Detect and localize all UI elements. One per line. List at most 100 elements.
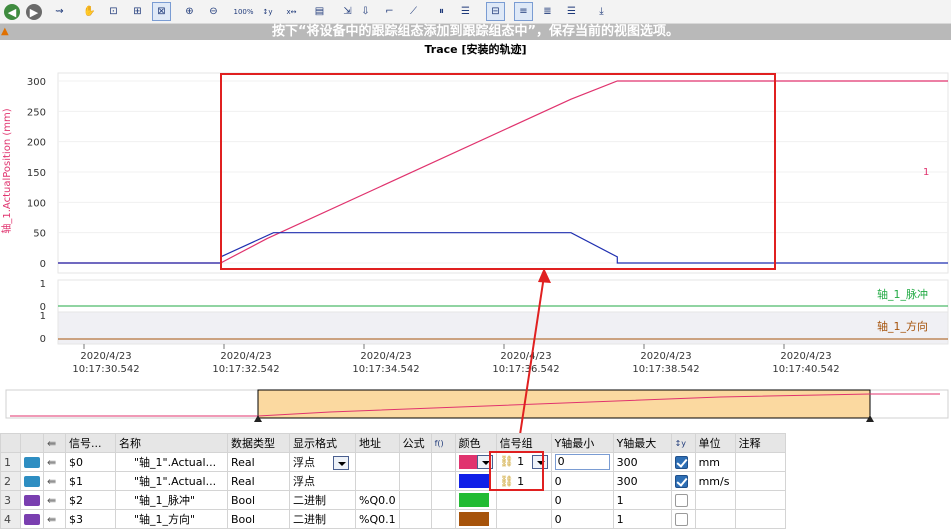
ymin-value: 0 [554, 474, 562, 488]
cell-datatype: Real [227, 452, 290, 472]
cell-comment[interactable] [734, 471, 786, 491]
cell-format[interactable]: 浮点 [289, 471, 356, 491]
cell-address[interactable]: %Q0.1 [355, 509, 400, 529]
dir-series-label: 轴_1_方向 [877, 319, 928, 333]
y-tick-label: 300 [27, 77, 46, 88]
cell-name[interactable]: "轴_1_方向" [115, 509, 228, 529]
row-number: 2 [0, 471, 21, 491]
scale-checkbox[interactable] [674, 474, 688, 488]
cell-color[interactable] [454, 509, 497, 529]
cell-comment[interactable] [734, 509, 786, 529]
cell-formula[interactable] [398, 471, 432, 491]
table-row[interactable]: 2 ⇚ $1 "轴_1".Actual... Real 浮点 ⛓ 1 0 300 mm/s [0, 471, 786, 491]
cell-formula-btn[interactable] [430, 452, 456, 472]
hdr-formula-icon: f() [430, 433, 456, 453]
cell-comment[interactable] [734, 452, 786, 472]
x-tick-time: 10:17:34.542 [352, 364, 419, 375]
format-value: 浮点 [293, 475, 315, 488]
y-tick-label: 250 [27, 107, 46, 118]
hdr-signal-icon: ⇚ [43, 433, 66, 453]
cell-unit[interactable]: mm [694, 452, 736, 472]
cell-group[interactable] [495, 509, 552, 529]
cell-format[interactable]: 二进制 [289, 490, 356, 510]
pulse-tick-1: 1 [40, 279, 46, 290]
hdr-group[interactable]: 信号组 [495, 433, 552, 453]
row-number: 1 [0, 452, 21, 472]
cell-scale[interactable] [670, 452, 696, 472]
hdr-address[interactable]: 地址 [355, 433, 400, 453]
cell-format[interactable]: 浮点 [289, 452, 356, 472]
hdr-ymin[interactable]: Y轴最小 [550, 433, 614, 453]
cell-ymax[interactable]: 1 [612, 490, 672, 510]
signal-table: ⇚ 信号... 名称 数据类型 显示格式 地址 公式 f() 颜色 信号组 Y轴… [0, 433, 786, 529]
y-tick-label: 150 [27, 168, 46, 179]
cell-ymax[interactable]: 300 [612, 452, 672, 472]
cell-datatype: Real [227, 471, 290, 491]
cell-group[interactable] [495, 490, 552, 510]
table-row[interactable]: 1 ⇚ $0 "轴_1".Actual... Real 浮点 ⛓ 1 0 300 mm [0, 452, 786, 472]
format-dropdown[interactable] [332, 456, 349, 470]
cell-name[interactable]: "轴_1".Actual... [115, 471, 228, 491]
cell-scale[interactable] [670, 490, 696, 510]
cell-comment[interactable] [734, 490, 786, 510]
hdr-unit[interactable]: 单位 [694, 433, 736, 453]
cell-signal[interactable]: $3 [65, 509, 116, 529]
cell-formula[interactable] [398, 509, 432, 529]
cell-unit[interactable]: mm/s [694, 471, 736, 491]
x-tick-time: 10:17:36.542 [492, 364, 559, 375]
signal-tag-icon [20, 452, 44, 472]
scale-checkbox[interactable] [674, 512, 688, 526]
cell-ymax[interactable]: 300 [612, 471, 672, 491]
cell-unit[interactable] [694, 509, 736, 529]
hdr-color[interactable]: 颜色 [454, 433, 497, 453]
signal-link-icon: ⇚ [43, 452, 66, 472]
cell-ymax[interactable]: 1 [612, 509, 672, 529]
ymin-input[interactable]: 0 [554, 454, 610, 470]
hdr-datatype[interactable]: 数据类型 [227, 433, 290, 453]
overview-selection[interactable] [257, 389, 871, 419]
cell-formula[interactable] [398, 490, 432, 510]
cell-ymin[interactable]: 0 [550, 452, 614, 472]
hdr-comment[interactable]: 注释 [734, 433, 786, 453]
cell-signal[interactable]: $2 [65, 490, 116, 510]
table-row[interactable]: 4 ⇚ $3 "轴_1_方向" Bool 二进制 %Q0.1 0 1 [0, 509, 786, 529]
cell-scale[interactable] [670, 471, 696, 491]
cell-unit[interactable] [694, 490, 736, 510]
cell-address[interactable] [355, 471, 400, 491]
cell-signal[interactable]: $0 [65, 452, 116, 472]
x-tick-time: 10:17:32.542 [212, 364, 279, 375]
ymin-value: 0 [554, 512, 562, 526]
cell-name[interactable]: "轴_1_脉冲" [115, 490, 228, 510]
table-row[interactable]: 3 ⇚ $2 "轴_1_脉冲" Bool 二进制 %Q0.0 0 1 [0, 490, 786, 510]
cell-formula[interactable] [398, 452, 432, 472]
x-tick-time: 10:17:30.542 [72, 364, 139, 375]
cell-format[interactable]: 二进制 [289, 509, 356, 529]
cell-formula-btn[interactable] [430, 490, 456, 510]
cell-formula-btn[interactable] [430, 471, 456, 491]
scale-checkbox[interactable] [674, 455, 688, 469]
cell-ymin[interactable]: 0 [550, 471, 614, 491]
color-swatch[interactable] [458, 455, 477, 469]
cell-scale[interactable] [670, 509, 696, 529]
hdr-blank [0, 433, 21, 453]
color-swatch[interactable] [458, 474, 489, 488]
cell-name[interactable]: "轴_1".Actual... [115, 452, 228, 472]
cell-address[interactable] [355, 452, 400, 472]
scale-checkbox[interactable] [674, 493, 688, 507]
cell-datatype: Bool [227, 490, 290, 510]
cell-ymin[interactable]: 0 [550, 509, 614, 529]
color-swatch[interactable] [458, 512, 489, 526]
main-plot-area [57, 72, 949, 274]
cell-ymin[interactable]: 0 [550, 490, 614, 510]
cell-formula-btn[interactable] [430, 509, 456, 529]
y-scale-icon: ↕y [670, 433, 696, 453]
hdr-name[interactable]: 名称 [115, 433, 228, 453]
hdr-formula[interactable]: 公式 [398, 433, 432, 453]
cell-address[interactable]: %Q0.0 [355, 490, 400, 510]
hdr-ymax[interactable]: Y轴最大 [612, 433, 672, 453]
hdr-signal[interactable]: 信号... [65, 433, 116, 453]
cell-color[interactable] [454, 490, 497, 510]
cell-signal[interactable]: $1 [65, 471, 116, 491]
color-swatch[interactable] [458, 493, 489, 507]
hdr-format[interactable]: 显示格式 [289, 433, 356, 453]
